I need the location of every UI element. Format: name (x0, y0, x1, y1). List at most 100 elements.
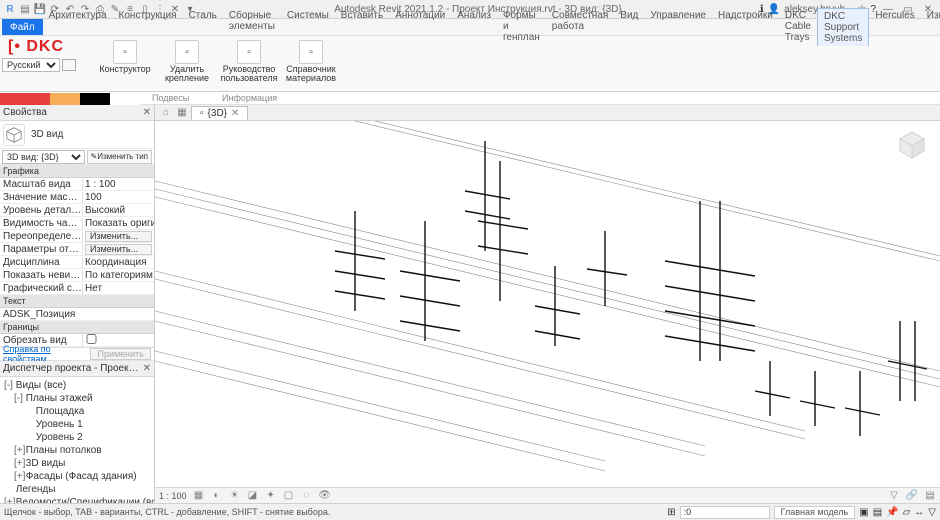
tree-node[interactable]: [+] Фасады (Фасад здания) (2, 470, 152, 483)
ribbon-tab[interactable]: Аннотации (389, 8, 451, 23)
filter-icon[interactable]: ▽ (928, 507, 936, 518)
maximize-button[interactable]: ▭ (900, 2, 916, 16)
worksets-icon[interactable]: ⊞ (667, 507, 675, 518)
hide-icon[interactable]: ◌ (301, 490, 313, 502)
ribbon-tabs: Файл АрхитектураКонструкцияСтальСборные … (0, 19, 940, 36)
property-row[interactable]: Параметры отображ...Изменить... (0, 243, 154, 256)
tree-node[interactable]: Площадка (2, 405, 152, 418)
property-row[interactable]: Видимость частейПоказать оригинал (0, 217, 154, 230)
language-select[interactable]: Русский (2, 58, 60, 72)
button-icon: ▫ (113, 40, 137, 64)
thin-lines-icon[interactable]: ⋮ (154, 3, 166, 15)
tree-node[interactable]: [+] Планы потолков (2, 444, 152, 457)
close-icon[interactable]: ✕ (231, 108, 239, 119)
ribbon-tab[interactable]: Совместная работа (546, 8, 615, 34)
tree-node[interactable]: [+] 3D виды (2, 457, 152, 470)
style-icon[interactable]: ◐ (211, 490, 223, 502)
ribbon-tab[interactable]: Анализ (451, 8, 497, 23)
close-icon[interactable]: ✕ (143, 107, 151, 118)
tree-node[interactable]: Уровень 2 (2, 431, 152, 444)
ribbon-tab[interactable]: DKC Cable Trays (779, 8, 817, 45)
view-tabs: ⌂ ▦ ▫ {3D} ✕ (155, 105, 940, 121)
canvas-3d[interactable] (155, 121, 940, 487)
workset-input[interactable] (680, 506, 770, 519)
group-label-2: Информация (222, 93, 277, 103)
print-icon[interactable]: ⎙ (94, 3, 106, 15)
edit-type-button[interactable]: ✎Изменить тип (87, 150, 152, 164)
property-row[interactable]: Переопределения ви...Изменить... (0, 230, 154, 243)
link-icon[interactable]: 🔗 (906, 490, 918, 502)
button-icon: ▫ (237, 40, 261, 64)
tree-node[interactable]: [+] Ведомости/Спецификации (все) (2, 496, 152, 503)
apply-button[interactable]: Применить (90, 348, 151, 360)
ribbon-tab[interactable]: Вставить (335, 8, 389, 23)
measure-icon[interactable]: ✎ (109, 3, 121, 15)
sun-icon[interactable]: ☀ (229, 490, 241, 502)
tree-node[interactable]: Уровень 1 (2, 418, 152, 431)
reveal-icon[interactable]: 👁 (319, 490, 331, 502)
property-row[interactable]: Уровень детализацииВысокий (0, 204, 154, 217)
drag-icon[interactable]: ↔ (914, 507, 924, 518)
select-pinned-icon[interactable]: 📌 (886, 507, 898, 518)
property-row[interactable]: Показать невидимые ...По категориям (0, 269, 154, 282)
undo-icon[interactable]: ↶ (64, 3, 76, 15)
cube-icon (3, 124, 25, 146)
close-button[interactable]: ✕ (920, 2, 936, 16)
open-icon[interactable]: ▤ (19, 3, 31, 15)
ribbon-button[interactable]: ▫Конструктор (96, 38, 154, 84)
ribbon-button[interactable]: ▫Удалить крепление (158, 38, 216, 84)
property-row[interactable]: Значение масштаба:100 (0, 191, 154, 204)
shadow-icon[interactable]: ◪ (247, 490, 259, 502)
crop-icon[interactable]: ▢ (283, 490, 295, 502)
view-cube[interactable] (892, 125, 932, 165)
selection-icon[interactable]: ▤ (924, 490, 936, 502)
type-selector[interactable]: 3D вид: {3D} (2, 150, 85, 164)
model-drawing (155, 121, 940, 487)
ribbon-tab[interactable]: Надстройки (712, 8, 779, 23)
section-icon[interactable]: ▯ (139, 3, 151, 15)
group-label-1: Подвесы (152, 93, 189, 103)
ribbon-tab[interactable]: Сборные элементы (223, 8, 281, 34)
select-face-icon[interactable]: ▱ (903, 507, 911, 518)
redo-icon[interactable]: ↷ (79, 3, 91, 15)
property-row[interactable]: Масштаб вида1 : 100 (0, 178, 154, 191)
render-icon[interactable]: ✦ (265, 490, 277, 502)
ribbon-tab[interactable]: Системы (281, 8, 335, 23)
save-icon[interactable]: 💾 (34, 3, 46, 15)
detail-icon[interactable]: ▦ (193, 490, 205, 502)
tree-node[interactable]: [-] Планы этажей (2, 392, 152, 405)
ribbon-button[interactable]: ▫Справочник материалов (282, 38, 340, 84)
view-tab-3d[interactable]: ▫ {3D} ✕ (191, 106, 248, 120)
main-model-button[interactable]: Главная модель (774, 506, 856, 519)
ribbon-tab[interactable]: DKC Support Systems (817, 8, 869, 46)
close-icon[interactable]: ✕ (143, 363, 151, 374)
ribbon-button[interactable]: ▫Руководство пользователя (220, 38, 278, 84)
switch-icon[interactable]: ▾ (184, 3, 196, 15)
property-row[interactable]: Графический стиль от...Нет (0, 282, 154, 295)
button-icon: ▫ (175, 40, 199, 64)
select-underlay-icon[interactable]: ▤ (873, 507, 882, 518)
home-icon[interactable]: ⌂ (159, 106, 173, 120)
sync-icon[interactable]: ⟳ (49, 3, 61, 15)
section-graphics: Графика (0, 165, 154, 178)
ribbon-tab[interactable]: Формы и генплан (497, 8, 546, 45)
select-links-icon[interactable]: ▣ (859, 507, 868, 518)
color-box (62, 59, 76, 71)
file-tab[interactable]: Файл (2, 19, 43, 35)
filter-icon[interactable]: ▽ (888, 490, 900, 502)
project-browser[interactable]: [-] Виды (все)[-] Планы этажей Площадка … (0, 377, 154, 503)
scale-label[interactable]: 1 : 100 (159, 491, 187, 501)
properties-header: Свойства✕ (0, 105, 154, 121)
section-bounds: Границы (0, 321, 154, 334)
tree-node[interactable]: [-] Виды (все) (2, 379, 152, 392)
ribbon-tab[interactable]: Вид (614, 8, 644, 23)
close-hidden-icon[interactable]: ✕ (169, 3, 181, 15)
family-type-card[interactable]: 3D вид (0, 121, 154, 149)
tree-node[interactable]: Легенды (2, 483, 152, 496)
family-label: 3D вид (31, 129, 63, 140)
minimize-button[interactable]: — (880, 2, 896, 16)
views-icon[interactable]: ▦ (175, 106, 189, 120)
property-row[interactable]: ДисциплинаКоординация (0, 256, 154, 269)
ribbon-tab[interactable]: Управление (644, 8, 712, 23)
align-icon[interactable]: ≡ (124, 3, 136, 15)
